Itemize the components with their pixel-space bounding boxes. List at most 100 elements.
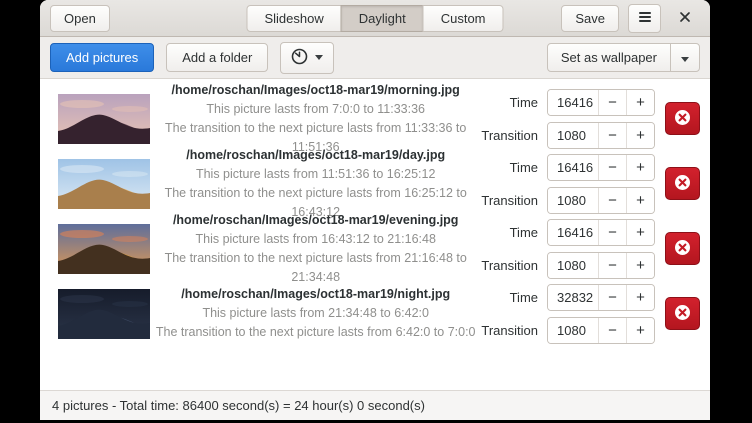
transition-spin-row: Transition − + (481, 252, 655, 279)
transition-spinbutton: − + (547, 317, 655, 344)
transition-input[interactable] (548, 123, 598, 148)
transition-input[interactable] (548, 318, 598, 343)
picture-controls: Time − + Transition − + (481, 154, 655, 214)
picture-thumbnail (58, 289, 150, 339)
picture-thumbnail (58, 224, 150, 274)
add-folder-button[interactable]: Add a folder (166, 43, 268, 72)
picture-info: /home/roschan/Images/oct18-mar19/evening… (150, 211, 481, 287)
app-window: Open Slideshow Daylight Custom Save Add … (40, 0, 710, 420)
chevron-down-icon (315, 55, 323, 60)
transition-spinbutton: − + (547, 187, 655, 214)
transition-increment-button[interactable]: + (626, 123, 654, 148)
picture-controls: Time − + Transition − + (481, 284, 655, 344)
tab-daylight[interactable]: Daylight (341, 5, 424, 32)
picture-controls: Time − + Transition − + (481, 219, 655, 279)
close-icon (679, 10, 691, 26)
transition-decrement-button[interactable]: − (598, 318, 626, 343)
time-decrement-button[interactable]: − (598, 220, 626, 245)
picture-thumbnail (58, 94, 150, 144)
picture-path: /home/roschan/Images/oct18-mar19/day.jpg (154, 146, 477, 165)
save-button[interactable]: Save (561, 5, 619, 32)
time-increment-button[interactable]: + (626, 285, 654, 310)
time-spinbutton: − + (547, 219, 655, 246)
time-label: Time (510, 225, 538, 240)
transition-increment-button[interactable]: + (626, 253, 654, 278)
time-spin-row: Time − + (481, 219, 655, 246)
chevron-down-icon (681, 57, 689, 62)
transition-spin-row: Transition − + (481, 187, 655, 214)
transition-label: Transition (481, 323, 538, 338)
picture-row: /home/roschan/Images/oct18-mar19/evening… (40, 216, 710, 281)
clock-icon (291, 48, 308, 68)
picture-controls: Time − + Transition − + (481, 89, 655, 149)
time-increment-button[interactable]: + (626, 220, 654, 245)
header-right-group: Save (561, 4, 700, 33)
delete-picture-button[interactable] (665, 297, 700, 330)
transition-spin-row: Transition − + (481, 317, 655, 344)
picture-path: /home/roschan/Images/oct18-mar19/morning… (154, 81, 477, 100)
time-spinbutton: − + (547, 154, 655, 181)
picture-info: /home/roschan/Images/oct18-mar19/night.j… (150, 285, 481, 342)
statusbar: 4 pictures - Total time: 86400 second(s)… (40, 390, 710, 420)
picture-row: /home/roschan/Images/oct18-mar19/night.j… (40, 281, 710, 346)
time-increment-button[interactable]: + (626, 155, 654, 180)
time-input[interactable] (548, 285, 598, 310)
transition-spinbutton: − + (547, 122, 655, 149)
transition-decrement-button[interactable]: − (598, 253, 626, 278)
open-button[interactable]: Open (50, 5, 110, 32)
transition-label: Transition (481, 128, 538, 143)
transition-input[interactable] (548, 188, 598, 213)
picture-row: /home/roschan/Images/oct18-mar19/morning… (40, 86, 710, 151)
picture-row: /home/roschan/Images/oct18-mar19/day.jpg… (40, 151, 710, 216)
time-spinbutton: − + (547, 284, 655, 311)
toolbar: Add pictures Add a folder Set as wallpap… (40, 37, 710, 79)
picture-transition-text: The transition to the next picture lasts… (154, 249, 477, 287)
set-wallpaper-button[interactable]: Set as wallpaper (547, 43, 671, 72)
picture-list: /home/roschan/Images/oct18-mar19/morning… (40, 79, 710, 390)
add-pictures-button[interactable]: Add pictures (50, 43, 154, 72)
tab-custom[interactable]: Custom (423, 5, 504, 32)
time-spin-row: Time − + (481, 154, 655, 181)
hamburger-menu-icon (638, 11, 652, 26)
time-decrement-button[interactable]: − (598, 285, 626, 310)
picture-path: /home/roschan/Images/oct18-mar19/evening… (154, 211, 477, 230)
picture-duration-text: This picture lasts from 21:34:48 to 6:42… (154, 304, 477, 323)
picture-duration-text: This picture lasts from 11:51:36 to 16:2… (154, 165, 477, 184)
time-label: Time (510, 290, 538, 305)
set-wallpaper-dropdown-button[interactable] (670, 43, 700, 72)
tab-slideshow[interactable]: Slideshow (246, 5, 341, 32)
transition-input[interactable] (548, 253, 598, 278)
time-increment-button[interactable]: + (626, 90, 654, 115)
delete-icon (674, 109, 691, 129)
time-input[interactable] (548, 155, 598, 180)
delete-picture-button[interactable] (665, 167, 700, 200)
transition-increment-button[interactable]: + (626, 318, 654, 343)
time-spin-row: Time − + (481, 89, 655, 116)
time-options-dropdown-button[interactable] (280, 42, 334, 74)
status-summary: 4 pictures - Total time: 86400 second(s)… (52, 398, 425, 413)
picture-duration-text: This picture lasts from 7:0:0 to 11:33:3… (154, 100, 477, 119)
delete-icon (674, 239, 691, 259)
delete-icon (674, 304, 691, 324)
time-label: Time (510, 95, 538, 110)
close-window-button[interactable] (670, 4, 700, 33)
transition-label: Transition (481, 193, 538, 208)
delete-picture-button[interactable] (665, 232, 700, 265)
picture-duration-text: This picture lasts from 16:43:12 to 21:1… (154, 230, 477, 249)
delete-picture-button[interactable] (665, 102, 700, 135)
mode-tab-group: Slideshow Daylight Custom (246, 5, 503, 32)
transition-decrement-button[interactable]: − (598, 123, 626, 148)
transition-increment-button[interactable]: + (626, 188, 654, 213)
time-spin-row: Time − + (481, 284, 655, 311)
menu-button[interactable] (628, 4, 661, 33)
set-wallpaper-group: Set as wallpaper (547, 43, 700, 72)
picture-path: /home/roschan/Images/oct18-mar19/night.j… (154, 285, 477, 304)
transition-decrement-button[interactable]: − (598, 188, 626, 213)
transition-label: Transition (481, 258, 538, 273)
time-decrement-button[interactable]: − (598, 90, 626, 115)
time-spinbutton: − + (547, 89, 655, 116)
time-decrement-button[interactable]: − (598, 155, 626, 180)
time-input[interactable] (548, 90, 598, 115)
picture-thumbnail (58, 159, 150, 209)
time-input[interactable] (548, 220, 598, 245)
